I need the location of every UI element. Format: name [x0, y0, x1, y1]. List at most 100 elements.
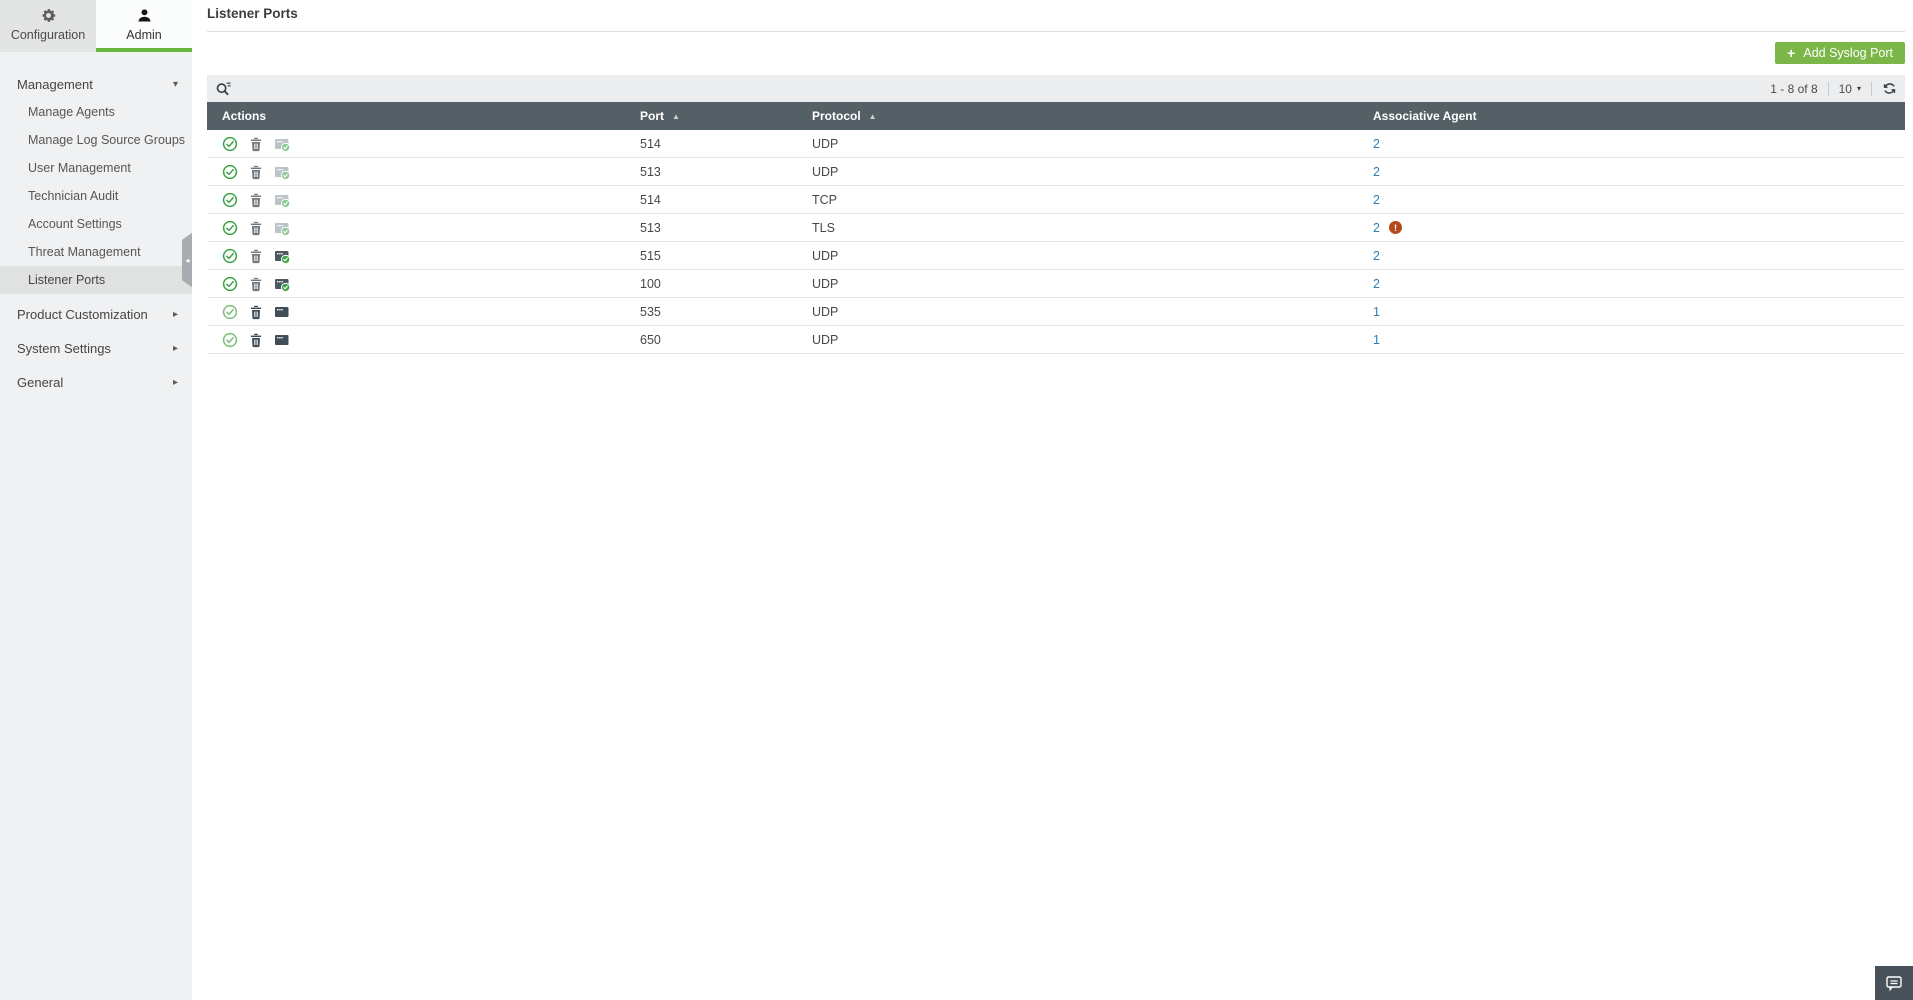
- pagination-range: 1 - 8 of 8: [1770, 81, 1818, 96]
- table-row: 513 TLS 2 !: [207, 214, 1905, 242]
- port-cell: 513: [640, 164, 661, 179]
- sort-ascending-icon: ▲: [672, 111, 680, 121]
- title-divider: [207, 31, 1905, 32]
- agent-count-link[interactable]: 2: [1373, 137, 1380, 151]
- table-row: 515 UDP 2: [207, 242, 1905, 270]
- enable-listener-icon[interactable]: [222, 220, 238, 236]
- caret-right-icon: ▸: [172, 308, 178, 320]
- search-icon[interactable]: [214, 80, 232, 98]
- agent-count-link[interactable]: 1: [1373, 305, 1380, 319]
- warning-icon[interactable]: !: [1388, 221, 1402, 234]
- sidebar-item-manage-agents[interactable]: Manage Agents: [0, 98, 192, 126]
- table-row: 514 UDP 2: [207, 130, 1905, 158]
- port-cell: 515: [640, 248, 661, 263]
- add-syslog-port-label: Add Syslog Port: [1803, 46, 1893, 60]
- tab-configuration[interactable]: Configuration: [0, 0, 96, 52]
- delete-icon[interactable]: [248, 276, 264, 292]
- agent-count-link[interactable]: 2: [1373, 165, 1380, 179]
- gear-icon: [40, 7, 57, 24]
- port-cell: 650: [640, 332, 661, 347]
- sidebar-section-general[interactable]: General ▸: [0, 368, 192, 396]
- table-header: Actions Port ▲ Protocol ▲ Associative Ag…: [207, 102, 1905, 130]
- pagination-controls: 1 - 8 of 8 10 ▾: [1770, 81, 1905, 96]
- sidebar-item-user-management[interactable]: User Management: [0, 154, 192, 182]
- chat-button[interactable]: [1875, 966, 1913, 1000]
- admin-console: Configuration Admin Management ▾ Manage …: [0, 0, 1913, 1000]
- listener-status-icon[interactable]: [274, 248, 290, 264]
- enable-listener-icon[interactable]: [222, 276, 238, 292]
- sidebar-section-system-settings[interactable]: System Settings ▸: [0, 334, 192, 362]
- delete-icon[interactable]: [248, 220, 264, 236]
- table-row: 513 UDP 2: [207, 158, 1905, 186]
- column-header-associative-agent: Associative Agent: [1358, 109, 1905, 123]
- page-title: Listener Ports: [207, 6, 298, 21]
- main-content: Listener Ports + Add Syslog Port 1 - 8 o…: [192, 0, 1913, 1000]
- add-syslog-port-button[interactable]: + Add Syslog Port: [1775, 42, 1905, 64]
- sidebar-item-listener-ports[interactable]: Listener Ports: [0, 266, 192, 294]
- agent-count-link[interactable]: 2: [1373, 277, 1380, 291]
- listener-status-icon[interactable]: [274, 220, 290, 236]
- protocol-cell: UDP: [812, 164, 839, 179]
- protocol-cell: UDP: [812, 248, 839, 263]
- column-header-port[interactable]: Port ▲: [625, 109, 797, 123]
- column-header-actions: Actions: [207, 109, 625, 123]
- enable-listener-icon[interactable]: [222, 164, 238, 180]
- chat-bubble-icon: [1884, 973, 1904, 993]
- agent-count-link[interactable]: 2: [1373, 193, 1380, 207]
- port-cell: 514: [640, 136, 661, 151]
- caret-down-icon: ▾: [172, 78, 178, 90]
- section-label: System Settings: [17, 340, 111, 356]
- column-label: Associative Agent: [1373, 109, 1477, 123]
- refresh-icon[interactable]: [1882, 81, 1897, 96]
- protocol-cell: UDP: [812, 136, 839, 151]
- agent-count-link[interactable]: 2: [1373, 249, 1380, 263]
- enable-listener-icon[interactable]: [222, 304, 238, 320]
- agent-count-link[interactable]: 2: [1373, 221, 1380, 235]
- divider: [1871, 81, 1872, 96]
- column-label: Actions: [222, 109, 267, 123]
- tab-configuration-label: Configuration: [10, 27, 86, 42]
- delete-icon[interactable]: [248, 304, 264, 320]
- enable-listener-icon[interactable]: [222, 136, 238, 152]
- listener-status-icon[interactable]: [274, 192, 290, 208]
- port-cell: 513: [640, 220, 661, 235]
- section-label: Product Customization: [17, 306, 148, 322]
- protocol-cell: TLS: [812, 220, 835, 235]
- sidebar-item-account-settings[interactable]: Account Settings: [0, 210, 192, 238]
- delete-icon[interactable]: [248, 248, 264, 264]
- listener-status-icon[interactable]: [274, 304, 290, 320]
- caret-right-icon: ▸: [172, 376, 178, 388]
- table-body: 514 UDP 2 513 UDP 2 514 TCP 2 513 TLS 2 …: [207, 130, 1905, 354]
- sidebar: Configuration Admin Management ▾ Manage …: [0, 0, 193, 1000]
- enable-listener-icon[interactable]: [222, 192, 238, 208]
- protocol-cell: UDP: [812, 276, 839, 291]
- protocol-cell: TCP: [812, 192, 837, 207]
- enable-listener-icon[interactable]: [222, 248, 238, 264]
- listener-status-icon[interactable]: [274, 136, 290, 152]
- sidebar-item-manage-log-source-groups[interactable]: Manage Log Source Groups: [0, 126, 192, 154]
- table-row: 514 TCP 2: [207, 186, 1905, 214]
- delete-icon[interactable]: [248, 192, 264, 208]
- column-label: Port: [640, 109, 664, 123]
- sidebar-item-threat-management[interactable]: Threat Management: [0, 238, 192, 266]
- sidebar-item-technician-audit[interactable]: Technician Audit: [0, 182, 192, 210]
- protocol-cell: UDP: [812, 304, 839, 319]
- table-row: 650 UDP 1: [207, 326, 1905, 354]
- divider: [1827, 81, 1829, 96]
- sidebar-section-management[interactable]: Management ▾: [0, 70, 192, 98]
- delete-icon[interactable]: [248, 136, 264, 152]
- tab-admin[interactable]: Admin: [96, 0, 192, 52]
- page-size-value: 10: [1838, 81, 1852, 96]
- delete-icon[interactable]: [248, 332, 264, 348]
- listener-status-icon[interactable]: [274, 276, 290, 292]
- listener-status-icon[interactable]: [274, 164, 290, 180]
- sidebar-section-product-customization[interactable]: Product Customization ▸: [0, 300, 192, 328]
- agent-count-link[interactable]: 1: [1373, 333, 1380, 347]
- page-size-dropdown[interactable]: 10 ▾: [1839, 82, 1861, 96]
- enable-listener-icon[interactable]: [222, 332, 238, 348]
- caret-right-icon: ▸: [172, 342, 178, 354]
- listener-status-icon[interactable]: [274, 332, 290, 348]
- collapse-sidebar-icon: ◂: [185, 255, 190, 265]
- delete-icon[interactable]: [248, 164, 264, 180]
- column-header-protocol[interactable]: Protocol ▲: [797, 109, 1358, 123]
